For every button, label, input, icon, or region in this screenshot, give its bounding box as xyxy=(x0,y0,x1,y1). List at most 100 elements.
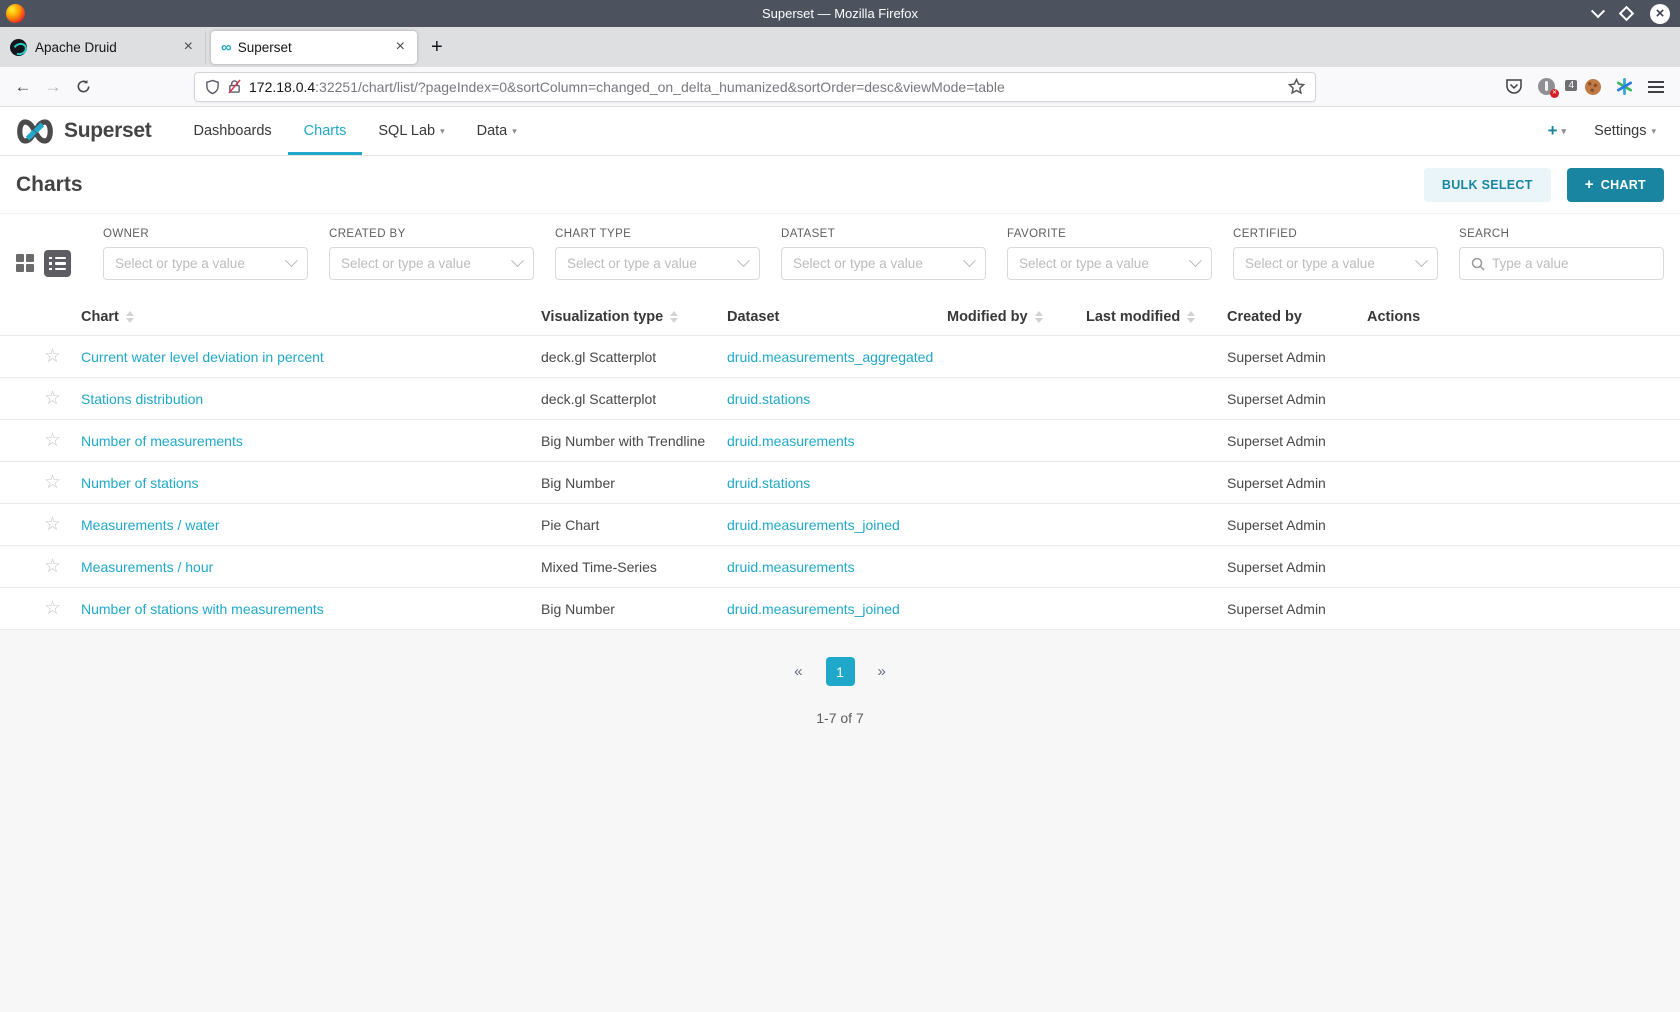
favorite-star-icon[interactable]: ☆ xyxy=(44,598,61,619)
filter-search: SEARCH xyxy=(1459,228,1664,280)
reload-button[interactable] xyxy=(68,79,98,94)
back-button[interactable]: ← xyxy=(8,77,38,97)
col-created-by: Created by xyxy=(1227,308,1302,325)
pagination: « 1 » xyxy=(0,630,1680,686)
tab-apache-druid[interactable]: Apache Druid × xyxy=(0,30,206,64)
dataset-link[interactable]: druid.measurements xyxy=(727,559,855,575)
favorite-star-icon[interactable]: ☆ xyxy=(44,388,61,409)
col-modified-by[interactable]: Modified by xyxy=(947,309,1086,325)
dataset-select[interactable]: Select or type a value xyxy=(781,247,986,280)
page-1-button[interactable]: 1 xyxy=(825,657,855,686)
chart-type-select[interactable]: Select or type a value xyxy=(555,247,760,280)
col-last-modified[interactable]: Last modified xyxy=(1086,309,1227,325)
favorite-star-icon[interactable]: ☆ xyxy=(44,472,61,493)
chevron-down-icon: ▾ xyxy=(1561,125,1567,136)
druid-favicon-icon xyxy=(10,38,27,56)
window-maximize-icon[interactable] xyxy=(1618,5,1635,22)
nav-dashboards[interactable]: Dashboards xyxy=(177,107,287,155)
page-header: Charts BULK SELECT + CHART xyxy=(0,156,1680,214)
viz-type: Pie Chart xyxy=(541,516,600,533)
created-by: Superset Admin xyxy=(1227,558,1326,575)
bookmark-star-icon[interactable] xyxy=(1288,78,1305,95)
table-row: ☆ Stations distribution deck.gl Scatterp… xyxy=(0,378,1680,420)
dataset-link[interactable]: druid.measurements_joined xyxy=(727,601,900,617)
superset-logo[interactable]: Superset xyxy=(14,107,152,155)
new-item-menu[interactable]: + ▾ xyxy=(1548,121,1566,141)
favorite-star-icon[interactable]: ☆ xyxy=(44,556,61,577)
nav-sql-lab[interactable]: SQL Lab ▾ xyxy=(362,107,460,155)
viz-type: deck.gl Scatterplot xyxy=(541,348,657,365)
window-close-icon[interactable]: × xyxy=(1650,3,1670,24)
chart-link[interactable]: Number of stations with measurements xyxy=(81,601,324,617)
tab-close-icon[interactable]: × xyxy=(394,38,407,56)
search-input[interactable] xyxy=(1492,256,1652,271)
chart-link[interactable]: Number of measurements xyxy=(81,433,243,449)
next-page-button[interactable]: » xyxy=(878,663,886,680)
forward-button[interactable]: → xyxy=(38,77,68,97)
chevron-down-icon: ▾ xyxy=(1651,125,1656,136)
chart-link[interactable]: Stations distribution xyxy=(81,391,203,407)
owner-select[interactable]: Select or type a value xyxy=(103,247,308,280)
window-title: Superset — Mozilla Firefox xyxy=(761,6,919,21)
created-by: Superset Admin xyxy=(1227,390,1326,407)
sort-icon xyxy=(1034,310,1043,323)
certified-select[interactable]: Select or type a value xyxy=(1233,247,1438,280)
url-text: 172.18.0.4:32251/chart/list/?pageIndex=0… xyxy=(249,78,1005,95)
pocket-icon[interactable] xyxy=(1505,78,1523,95)
table-row: ☆ Measurements / hour Mixed Time-Series … xyxy=(0,546,1680,588)
url-bar[interactable]: 172.18.0.4:32251/chart/list/?pageIndex=0… xyxy=(194,71,1316,102)
favorite-star-icon[interactable]: ☆ xyxy=(44,346,61,367)
sort-icon xyxy=(125,310,134,323)
filter-certified: CERTIFIED Select or type a value xyxy=(1233,228,1438,280)
tab-label: Superset xyxy=(237,39,292,55)
filter-bar: OWNER Select or type a value CREATED BY … xyxy=(0,214,1680,298)
chart-link[interactable]: Measurements / water xyxy=(81,517,220,533)
favorite-star-icon[interactable]: ☆ xyxy=(44,430,61,451)
dataset-link[interactable]: druid.stations xyxy=(727,391,810,407)
table-row: ☆ Measurements / water Pie Chart druid.m… xyxy=(0,504,1680,546)
favorite-star-icon[interactable]: ☆ xyxy=(44,514,61,535)
chevron-down-icon: ▾ xyxy=(440,125,445,136)
created-by-select[interactable]: Select or type a value xyxy=(329,247,534,280)
favorite-select[interactable]: Select or type a value xyxy=(1007,247,1212,280)
dataset-link[interactable]: druid.measurements xyxy=(727,433,855,449)
bulk-select-button[interactable]: BULK SELECT xyxy=(1423,167,1551,202)
nav-data[interactable]: Data ▾ xyxy=(461,107,533,155)
new-tab-button[interactable]: + xyxy=(431,36,443,59)
tab-superset[interactable]: ∞ Superset × xyxy=(211,30,417,64)
cookie-extension-icon[interactable] xyxy=(1585,78,1601,95)
card-view-toggle[interactable] xyxy=(16,254,34,272)
window-titlebar: Superset — Mozilla Firefox × xyxy=(0,0,1680,27)
filter-created-by: CREATED BY Select or type a value xyxy=(329,228,534,280)
chevron-down-icon: ▾ xyxy=(512,125,517,136)
tab-label: Apache Druid xyxy=(35,39,117,55)
chart-link[interactable]: Current water level deviation in percent xyxy=(81,349,324,365)
prev-page-button[interactable]: « xyxy=(794,663,802,680)
sort-icon xyxy=(670,310,679,323)
new-chart-button[interactable]: + CHART xyxy=(1566,167,1664,202)
tab-close-icon[interactable]: × xyxy=(182,38,195,56)
account-extension-icon[interactable] xyxy=(1538,78,1559,98)
chart-link[interactable]: Number of stations xyxy=(81,475,199,491)
window-minimize-icon[interactable] xyxy=(1590,3,1606,18)
viz-type: Big Number xyxy=(541,600,615,617)
menu-icon[interactable] xyxy=(1648,80,1664,93)
col-chart[interactable]: Chart xyxy=(81,309,541,325)
chevron-down-icon xyxy=(1189,254,1202,268)
dataset-link[interactable]: druid.measurements_aggregated xyxy=(727,349,933,365)
list-view-toggle[interactable] xyxy=(44,250,71,277)
table-row: ☆ Number of measurements Big Number with… xyxy=(0,420,1680,462)
col-visualization-type[interactable]: Visualization type xyxy=(541,309,727,325)
page-title: Charts xyxy=(16,172,83,196)
chevron-down-icon xyxy=(737,254,750,268)
settings-menu[interactable]: Settings ▾ xyxy=(1594,123,1656,139)
infinity-logo-icon xyxy=(17,118,53,144)
nav-charts[interactable]: Charts xyxy=(287,107,363,155)
chevron-down-icon xyxy=(285,254,298,268)
dataset-link[interactable]: druid.stations xyxy=(727,475,810,491)
chart-link[interactable]: Measurements / hour xyxy=(81,559,213,575)
table-row: ☆ Current water level deviation in perce… xyxy=(0,336,1680,378)
asterisk-extension-icon[interactable] xyxy=(1616,78,1633,95)
search-field xyxy=(1459,247,1664,280)
dataset-link[interactable]: druid.measurements_joined xyxy=(727,517,900,533)
